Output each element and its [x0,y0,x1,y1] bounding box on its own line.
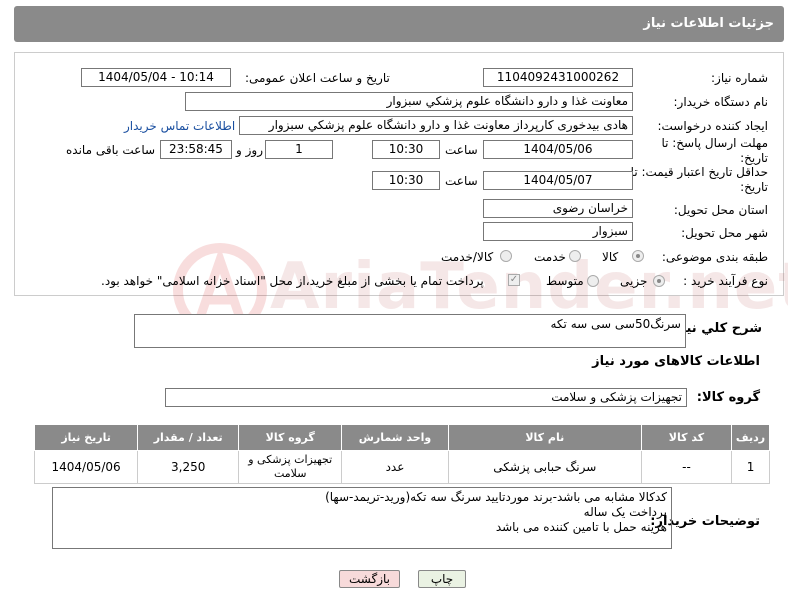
process-medium-radio[interactable] [587,275,599,287]
treasury-payment-checkbox[interactable]: ✓ [508,274,520,286]
category-label: طبقه بندی موضوعی: [661,250,768,264]
goods-table: ردیف کد کالا نام کالا واحد شمارش گروه کا… [33,424,770,484]
column-header: تاریخ نیاز [33,424,139,451]
category-service-radio[interactable] [569,250,581,262]
category-goods-label: کالا [602,250,619,264]
buyer-note-line: هزینه حمل با تامین کننده می باشد [495,520,667,534]
need-number-field: 1104092431000262 [483,68,633,87]
column-header: گروه کالا [238,424,343,451]
table-cell: 3,250 [137,450,240,484]
deadline-time-field: 10:30 [372,140,440,159]
province-field: خراسان رضوی [483,199,633,218]
print-button[interactable]: چاپ [418,570,466,588]
province-label: استان محل تحویل: [673,203,768,217]
requester-label: ایجاد کننده درخواست: [657,119,768,133]
table-cell: 1 [731,450,770,484]
process-partial-label: جزیی [620,274,648,288]
category-goods-radio[interactable] [632,250,644,262]
process-medium-label: متوسط [546,274,584,288]
table-cell: تجهیزات پزشکی و سلامت [238,450,343,484]
goods-section-title: اطلاعات کالاهای مورد نیاز [592,354,760,369]
time-remaining-field: 23:58:45 [160,140,232,159]
announce-label: تاریخ و ساعت اعلان عمومی: [245,71,390,85]
time-remaining-label: ساعت باقی مانده [66,143,156,157]
back-button[interactable]: بازگشت [339,570,400,588]
buyer-org-label: نام دستگاه خریدار: [673,95,769,109]
buyer-contact-link[interactable]: اطلاعات تماس خریدار [124,119,235,133]
min-price-label: حداقل تاریخ اعتبار قیمت: تا تاریخ: [630,165,768,194]
category-service-label: خدمت [534,250,566,264]
description-textarea[interactable]: سرنگ50سی سی سه تکه [134,314,686,348]
category-both-label: کالا/خدمت [441,250,494,264]
goods-table-header: ردیف کد کالا نام کالا واحد شمارش گروه کا… [33,424,770,451]
column-header: نام کالا [447,424,642,451]
category-both-radio[interactable] [500,250,512,262]
table-cell: -- [640,450,733,484]
announce-field: 1404/05/04 - 10:14 [81,68,231,87]
city-label: شهر محل تحویل: [681,226,768,240]
table-cell: عدد [341,450,449,484]
column-header: واحد شمارش [341,424,449,451]
page-title: جزئیات اطلاعات نیاز [643,16,774,31]
table-cell: 1404/05/06 [33,450,139,484]
buyer-notes-textarea[interactable]: کدکالا مشابه می باشد-برند موردتایید سرنگ… [52,487,672,549]
days-label: روز و [236,143,263,157]
requester-field: هادی بیدخوری کارپرداز معاونت غذا و دارو … [239,116,633,135]
process-partial-radio[interactable] [653,275,665,287]
goods-group-label: گروه کالا: [696,390,760,405]
buyer-org-field: معاونت غذا و دارو دانشگاه علوم پزشکي سبز… [185,92,633,111]
table-cell: سرنگ حبابی پزشکی [447,450,642,484]
column-header: تعداد / مقدار [137,424,240,451]
days-remaining-field: 1 [265,140,333,159]
table-row: 1 -- سرنگ حبابی پزشکی عدد تجهیزات پزشکی … [33,450,770,484]
min-price-time-field: 10:30 [372,171,440,190]
min-price-date-field: 1404/05/07 [483,171,633,190]
goods-group-field: تجهیزات پزشکی و سلامت [165,388,687,407]
deadline-time-label: ساعت [445,143,478,157]
city-field: سبزوار [483,222,633,241]
page-header: جزئیات اطلاعات نیاز [14,6,784,42]
need-number-label: شماره نیاز: [711,71,768,85]
min-price-time-label: ساعت [445,174,478,188]
buyer-note-line: پرداخت یک ساله [583,505,667,519]
treasury-payment-note: پرداخت تمام یا بخشی از مبلغ خرید،از محل … [101,274,484,288]
column-header: کد کالا [640,424,733,451]
process-label: نوع فرآیند خرید : [683,274,768,288]
deadline-label: مهلت ارسال پاسخ: تا تاریخ: [661,136,768,165]
deadline-date-field: 1404/05/06 [483,140,633,159]
column-header: ردیف [731,424,770,451]
buyer-note-line: کدکالا مشابه می باشد-برند موردتایید سرنگ… [325,490,667,504]
